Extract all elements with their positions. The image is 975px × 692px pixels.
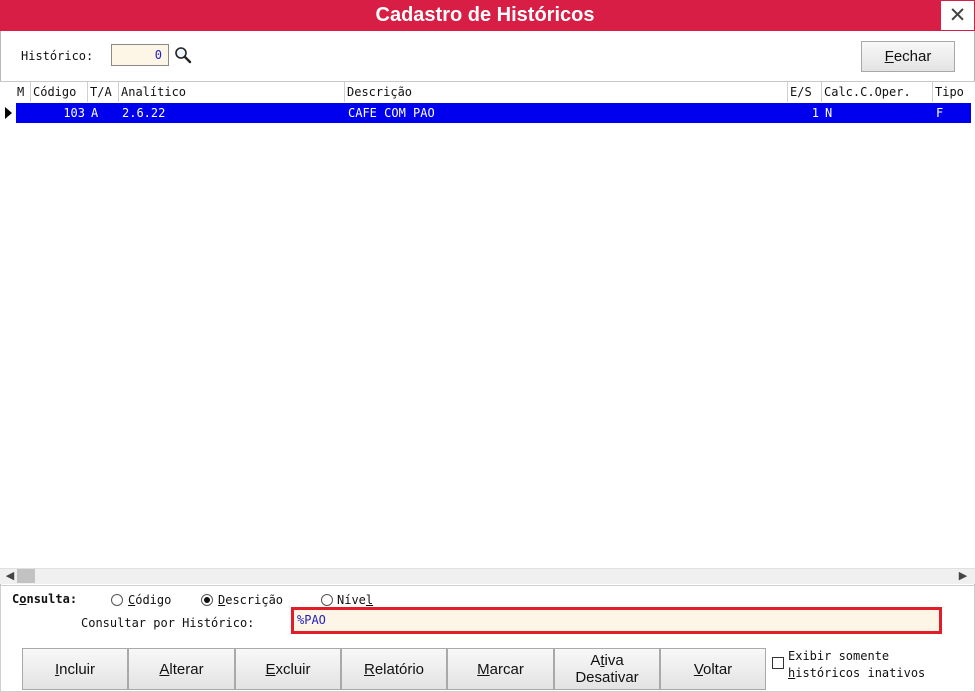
column-header-analitico[interactable]: Analítico — [119, 82, 345, 102]
horizontal-scrollbar[interactable] — [0, 568, 975, 584]
radio-codigo[interactable] — [111, 594, 123, 606]
excluir-button[interactable]: Excluir — [235, 648, 341, 690]
column-header-codigo[interactable]: Código — [31, 82, 88, 102]
radio-descricao-label[interactable]: Descrição — [218, 592, 283, 608]
cell-m — [15, 103, 31, 123]
radio-nivel[interactable] — [321, 594, 333, 606]
historicos-grid[interactable] — [0, 81, 975, 568]
scroll-right-icon[interactable]: ▶ — [957, 569, 969, 583]
column-header-ta[interactable]: T/A — [88, 82, 119, 102]
cell-calc: N — [825, 106, 833, 120]
consulta-input[interactable]: %PAO — [291, 607, 942, 634]
cell-analitico: 2.6.22 — [122, 106, 166, 120]
window-title: Cadastro de Históricos — [375, 4, 595, 26]
search-icon[interactable] — [174, 46, 192, 64]
historico-label: Histórico: — [21, 49, 94, 63]
alterar-button[interactable]: Alterar — [128, 648, 235, 690]
marcar-button[interactable]: Marcar — [447, 648, 554, 690]
cell-es: 1 — [811, 106, 819, 120]
row-indicator-icon — [5, 107, 12, 119]
scroll-left-icon[interactable]: ◀ — [4, 569, 16, 583]
column-header-calc[interactable]: Calc.C.Oper. — [822, 82, 933, 102]
column-header-tipo[interactable]: Tipo — [933, 82, 971, 102]
historico-input[interactable]: 0 — [111, 44, 169, 66]
incluir-button[interactable]: Incluir — [22, 648, 128, 690]
radio-descricao[interactable] — [201, 594, 213, 606]
fechar-button[interactable]: Fechar — [861, 41, 955, 72]
column-header-es[interactable]: E/S — [788, 82, 822, 102]
inactive-checkbox-label[interactable]: Exibir somente históricos inativos — [788, 648, 968, 682]
ativa-desativar-button[interactable]: Ativa Desativar — [554, 648, 660, 690]
consulta-label: Consulta: — [12, 592, 78, 606]
cell-ta: A — [91, 106, 99, 120]
consultar-label: Consultar por Histórico: — [81, 616, 255, 630]
close-icon: ✕ — [948, 3, 967, 27]
column-header-descricao[interactable]: Descrição — [345, 82, 788, 102]
scroll-thumb[interactable] — [17, 569, 35, 583]
column-header-m[interactable]: M — [15, 82, 31, 102]
voltar-button[interactable]: Voltar — [660, 648, 766, 690]
inactive-checkbox[interactable] — [772, 657, 784, 669]
radio-codigo-label[interactable]: Código — [128, 592, 171, 608]
relatorio-button[interactable]: Relatório — [341, 648, 447, 690]
cell-descricao: CAFE COM PAO — [348, 106, 435, 120]
close-button[interactable]: ✕ — [940, 0, 975, 31]
cell-codigo: 103 — [63, 106, 85, 120]
radio-nivel-label[interactable]: Nível — [337, 592, 373, 608]
cell-tipo: F — [936, 106, 944, 120]
